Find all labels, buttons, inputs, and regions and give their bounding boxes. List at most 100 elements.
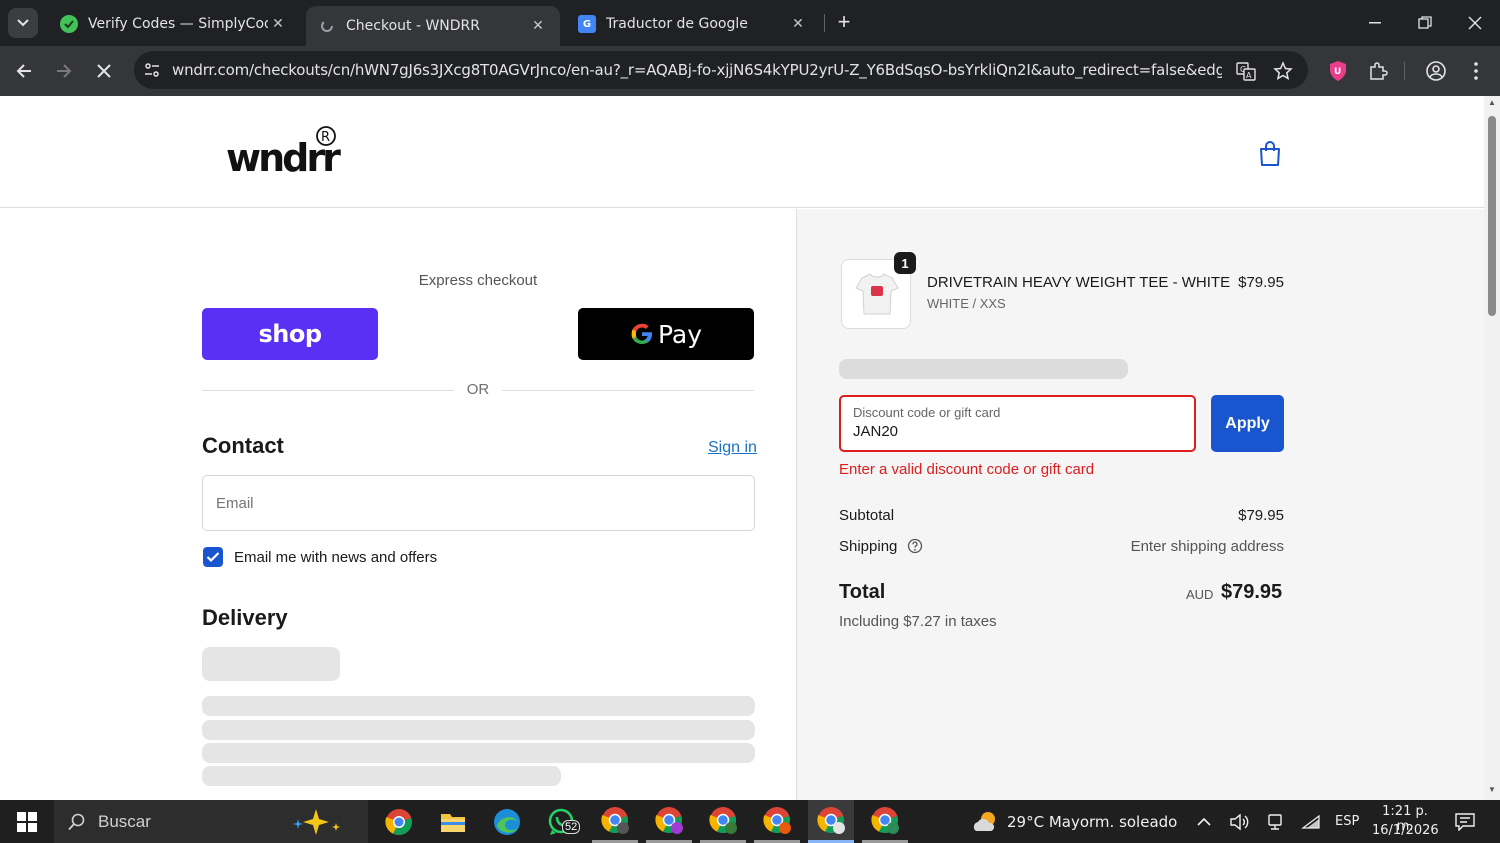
scroll-down-icon[interactable]: ▼: [1487, 785, 1497, 795]
chrome-profile-taskbar-icon[interactable]: [862, 800, 908, 843]
discount-code-field[interactable]: Discount code or gift card: [839, 395, 1196, 452]
windows-taskbar: Buscar 52 29°C Mayorm. soleado ESP 1:21 …: [0, 800, 1500, 843]
bookmark-star-icon[interactable]: [1271, 59, 1295, 83]
new-tab-button[interactable]: +: [832, 9, 856, 34]
extensions-puzzle-icon[interactable]: [1364, 57, 1392, 85]
back-button[interactable]: [8, 55, 40, 87]
checkout-page: wndrr R Express checkout shop Pay OR Con…: [0, 96, 1484, 800]
extension-shield-icon[interactable]: U: [1324, 57, 1352, 85]
stop-loading-button[interactable]: [88, 55, 120, 87]
google-translate-icon: G: [578, 15, 596, 33]
close-window-button[interactable]: [1450, 0, 1500, 46]
sign-in-link[interactable]: Sign in: [708, 439, 757, 457]
close-tab-icon[interactable]: ✕: [528, 16, 548, 36]
shop-pay-button[interactable]: shop: [202, 308, 378, 360]
close-icon: [97, 64, 111, 78]
toolbar-divider: [1404, 62, 1405, 80]
loading-placeholder: [839, 359, 1128, 379]
forward-button[interactable]: [48, 55, 80, 87]
edge-browser-icon[interactable]: [484, 800, 530, 843]
apply-label: Apply: [1225, 414, 1270, 432]
tab-title: Verify Codes — SimplyCodes: [88, 16, 268, 32]
order-summary: 1 DRIVETRAIN HEAVY WEIGHT TEE - WHITE WH…: [796, 209, 1484, 800]
restore-button[interactable]: [1400, 0, 1450, 46]
tab-google-translate[interactable]: G Traductor de Google ✕: [566, 6, 820, 42]
loading-placeholder: [202, 766, 561, 786]
shipping-label-text: Shipping: [839, 538, 898, 555]
tax-note: Including $7.27 in taxes: [839, 613, 997, 630]
apply-discount-button[interactable]: Apply: [1211, 395, 1284, 452]
newsletter-checkbox[interactable]: [203, 547, 223, 567]
or-divider-left: [202, 390, 454, 391]
volume-icon[interactable]: [1226, 800, 1252, 843]
chrome-profile-taskbar-icon[interactable]: [754, 800, 800, 843]
product-variant: WHITE / XXS: [927, 296, 1006, 311]
discount-field-label: Discount code or gift card: [853, 405, 1001, 420]
site-info-icon[interactable]: [142, 60, 162, 80]
restore-icon: [1418, 16, 1432, 29]
loading-icon: [318, 17, 336, 35]
minimize-button[interactable]: [1350, 0, 1400, 46]
discount-error-message: Enter a valid discount code or gift card: [839, 461, 1095, 478]
page-scrollbar[interactable]: ▲ ▼: [1484, 96, 1500, 800]
scroll-up-icon[interactable]: ▲: [1487, 98, 1497, 108]
windows-logo-icon: [17, 811, 37, 832]
whatsapp-icon[interactable]: 52: [538, 800, 584, 843]
newsletter-label: Email me with news and offers: [234, 549, 438, 566]
tab-simplycodes[interactable]: Verify Codes — SimplyCodes ✕: [48, 6, 300, 42]
total-currency: AUD: [1186, 587, 1214, 602]
weather-text[interactable]: 29°C Mayorm. soleado: [1007, 813, 1177, 831]
search-label: Buscar: [98, 811, 151, 831]
clock-date[interactable]: 16/1/2026: [1372, 823, 1439, 838]
shipping-value: Enter shipping address: [1130, 538, 1284, 555]
total-label: Total: [839, 581, 886, 603]
file-explorer-icon[interactable]: [430, 800, 476, 843]
checkout-form: Express checkout shop Pay OR Contact Sig…: [0, 209, 796, 800]
network-device-icon[interactable]: [1262, 800, 1288, 843]
google-g-icon: [631, 323, 652, 344]
input-language[interactable]: ESP: [1335, 814, 1359, 829]
close-tab-icon[interactable]: ✕: [268, 14, 288, 34]
or-label: OR: [466, 381, 490, 398]
contact-heading: Contact: [202, 433, 284, 458]
copilot-sparkle-icon: [293, 809, 340, 835]
address-bar[interactable]: wndrr.com/checkouts/cn/hWN7gJ6s3JXcg8T0A…: [134, 51, 1308, 89]
tab-search-button[interactable]: [8, 8, 38, 38]
browser-tab-bar: Verify Codes — SimplyCodes ✕ Checkout - …: [0, 0, 1500, 46]
profile-avatar-icon[interactable]: [1422, 57, 1450, 85]
translate-page-icon[interactable]: GA: [1234, 59, 1258, 83]
tab-checkout[interactable]: Checkout - WNDRR ✕: [306, 6, 560, 46]
minimize-icon: [1369, 22, 1381, 24]
weather-cloud-sun-icon[interactable]: [970, 800, 1000, 843]
google-pay-button[interactable]: Pay: [578, 308, 754, 360]
scrollbar-thumb[interactable]: [1488, 116, 1496, 316]
notifications-icon[interactable]: [1450, 800, 1480, 843]
delivery-heading: Delivery: [202, 605, 288, 630]
chrome-profile-taskbar-icon[interactable]: [646, 800, 692, 843]
google-pay-label: Pay: [657, 319, 703, 349]
simplycodes-icon: [60, 15, 78, 33]
checkmark-icon: [206, 552, 220, 563]
show-hidden-icons-chevron-icon[interactable]: [1192, 800, 1216, 843]
browser-menu-icon[interactable]: [1462, 57, 1490, 85]
chrome-profile-taskbar-icon[interactable]: [592, 800, 638, 843]
loading-placeholder: [202, 720, 755, 740]
svg-text:U: U: [1334, 67, 1341, 77]
product-name: DRIVETRAIN HEAVY WEIGHT TEE - WHITE: [927, 274, 1231, 291]
close-tab-icon[interactable]: ✕: [788, 14, 808, 34]
discount-code-input[interactable]: [853, 423, 1153, 440]
quantity-badge: 1: [894, 252, 916, 274]
browser-toolbar: wndrr.com/checkouts/cn/hWN7gJ6s3JXcg8T0A…: [0, 46, 1500, 96]
help-circle-icon[interactable]: [907, 538, 923, 554]
site-header: wndrr R: [0, 96, 1484, 208]
shopping-bag-icon[interactable]: [1256, 140, 1284, 168]
taskbar-search[interactable]: Buscar: [54, 800, 368, 843]
email-field[interactable]: [202, 475, 755, 531]
wifi-icon[interactable]: [1298, 800, 1324, 843]
wndrr-logo[interactable]: wndrr R: [226, 124, 346, 180]
start-button[interactable]: [0, 800, 54, 843]
chrome-profile-taskbar-icon[interactable]: [700, 800, 746, 843]
chrome-active-taskbar-icon[interactable]: [808, 800, 854, 843]
chrome-taskbar-icon[interactable]: [376, 800, 422, 843]
express-checkout-label: Express checkout: [418, 272, 538, 289]
